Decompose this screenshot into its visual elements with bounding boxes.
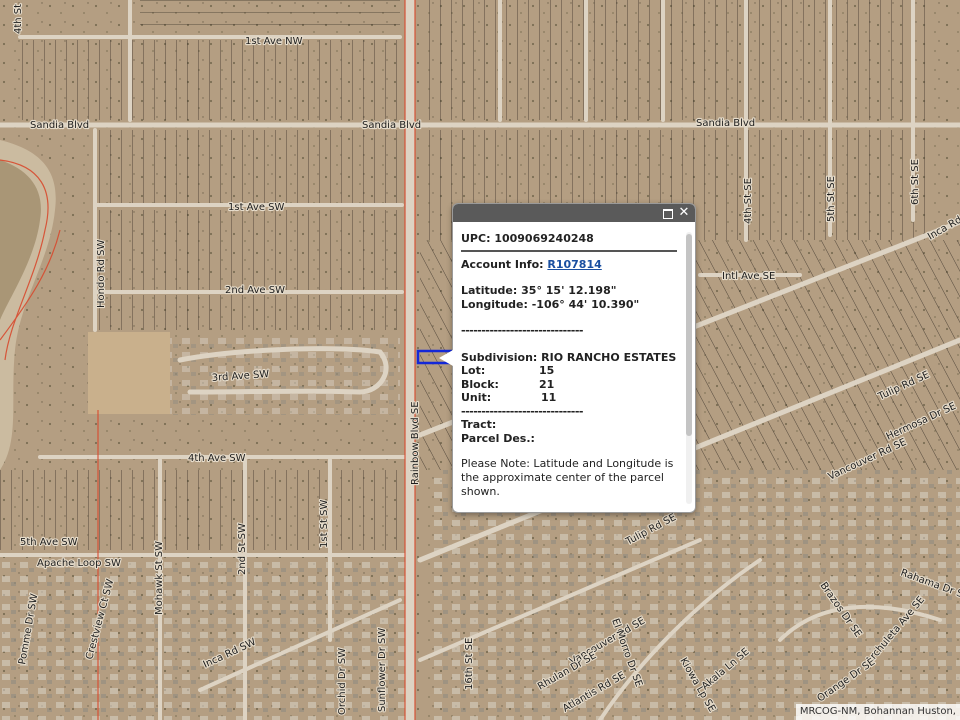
street-label-first-st-sw: 1st St SW (319, 500, 330, 548)
lot-row: Lot: 15 (461, 364, 679, 378)
subdivision-value: RIO RANCHO ESTATES (541, 350, 677, 364)
unit-value: 11 (541, 391, 557, 404)
popup-divider (461, 249, 677, 252)
dash-separator-1: ------------------------------ (461, 324, 583, 337)
popup-scrollbar[interactable] (686, 232, 692, 504)
block-label: Block: (461, 377, 499, 391)
street-label-sunflower-dr-sw: Sunflower Dr SW (377, 628, 388, 712)
longitude-value: -106° 44' 10.390" (531, 297, 640, 311)
street-label-fourth-st-se: 4th St SE (743, 178, 754, 224)
popup-pointer (439, 350, 453, 366)
dash-separator-2: ------------------------------ (461, 404, 583, 418)
street-label-sandia-blvd-w: Sandia Blvd (30, 120, 89, 131)
street-label-hondo-rd-sw: Hondo Rd SW (96, 240, 107, 308)
open-parcel-area (88, 332, 170, 414)
longitude-label: Longitude: (461, 297, 528, 311)
unit-row: Unit: 11 (461, 391, 679, 405)
maximize-icon[interactable] (661, 206, 675, 220)
upc-label: UPC: (461, 232, 491, 245)
close-icon[interactable]: ✕ (677, 206, 691, 220)
street-label-sixteenth-st-se: 16th St SE (464, 638, 475, 690)
popup-titlebar: ✕ (453, 204, 695, 222)
latitude-label: Latitude: (461, 284, 518, 297)
block-row: Block: 21 (461, 378, 679, 392)
longitude-row: Longitude: -106° 44' 10.390" (461, 298, 679, 312)
block-value: 21 (539, 377, 555, 391)
map-attribution: MRCOG-NM, Bohannan Huston, (795, 704, 960, 720)
coordinate-note: Please Note: Latitude and Longitude is t… (461, 457, 674, 498)
account-link[interactable]: R107814 (547, 258, 601, 271)
parcel-des-label: Parcel Des.: (461, 431, 535, 445)
street-label-intl-ave-se: Intl Ave SE (722, 271, 775, 282)
street-label-orchid-dr-sw: Orchid Dr SW (337, 648, 348, 715)
street-label-sixth-st-se: 6th St SE (910, 159, 921, 205)
street-label-sandia-blvd-e: Sandia Blvd (696, 118, 755, 129)
street-label-second-st-sw: 2nd St SW (237, 523, 248, 575)
subdivision-row: Subdivision: RIO RANCHO ESTATES (461, 351, 679, 365)
street-label-fifth-st-se: 5th St SE (826, 176, 837, 222)
street-label-rainbow-blvd-se: Rainbow Blvd SE (410, 401, 421, 485)
street-label-fourth-ave-sw: 4th Ave SW (188, 453, 246, 464)
lot-label: Lot: (461, 364, 486, 377)
upc-row: UPC: 1009069240248 (461, 232, 679, 246)
subdivision-label: Subdivision: (461, 350, 538, 364)
street-label-first-ave-nw: 1st Ave NW (245, 36, 303, 47)
street-label-sandia-blvd-c: Sandia Blvd (362, 120, 421, 131)
account-row: Account Info: R107814 (461, 258, 679, 272)
street-label-fourth-st-top: 4th St (13, 4, 24, 34)
unit-label: Unit: (461, 391, 492, 404)
popup-content: UPC: 1009069240248 Account Info: R107814… (461, 232, 679, 504)
parcel-info-popup: ✕ UPC: 1009069240248 Account Info: R1078… (439, 203, 696, 513)
upc-value: 1009069240248 (494, 232, 594, 245)
street-label-mohawk-st-sw: Mohawk St SW (154, 541, 165, 615)
popup-scrollbar-thumb[interactable] (686, 234, 692, 436)
tract-label: Tract: (461, 418, 497, 431)
street-label-apache-loop-sw: Apache Loop SW (37, 558, 121, 569)
street-label-fifth-ave-sw: 5th Ave SW (20, 537, 78, 548)
latitude-value: 35° 15' 12.198" (521, 284, 617, 297)
latitude-row: Latitude: 35° 15' 12.198" (461, 284, 679, 298)
street-label-first-ave-sw: 1st Ave SW (228, 202, 285, 213)
street-label-second-ave-sw: 2nd Ave SW (225, 285, 285, 296)
lot-value: 15 (539, 364, 555, 377)
account-label: Account Info: (461, 257, 544, 271)
